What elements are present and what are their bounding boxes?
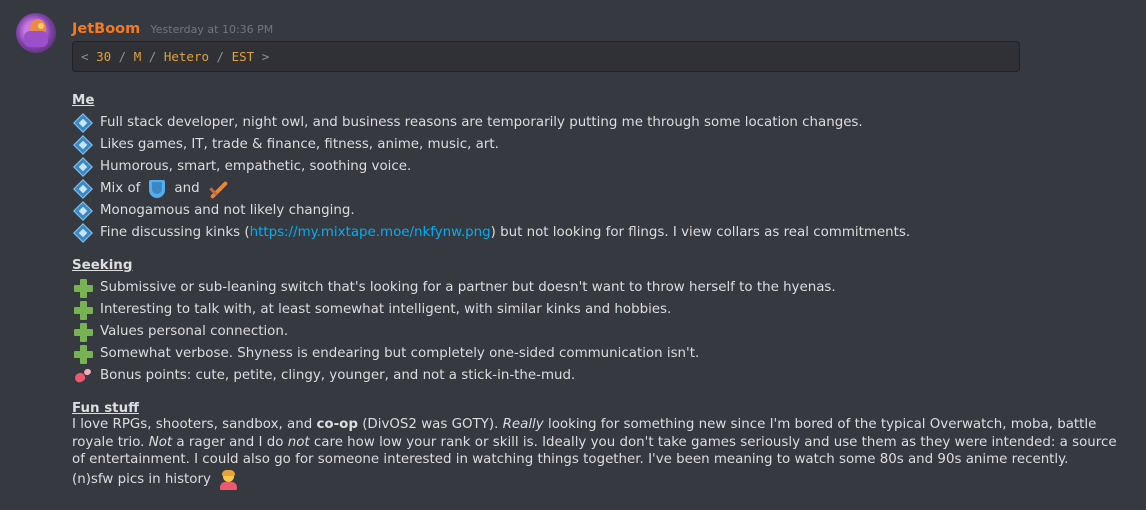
two-hearts-icon <box>72 366 96 386</box>
code-bracket-close: > <box>261 49 270 64</box>
text-span: Not <box>148 434 173 450</box>
large-blue-diamond-icon <box>72 113 96 133</box>
heavy-plus-icon <box>72 344 96 364</box>
list-item-text: Mix of <box>100 181 141 196</box>
dagger-icon <box>206 179 228 200</box>
heavy-plus-icon <box>72 300 96 320</box>
list-item: Mix of and <box>72 178 910 200</box>
text-span: a rager and I do <box>172 434 288 450</box>
shield-icon <box>146 179 168 199</box>
chat-message: JetBoom Yesterday at 10:36 PM < 30 / M /… <box>0 0 1146 510</box>
list-item: Bonus points: cute, petite, clingy, youn… <box>72 365 836 387</box>
me-heading: Me <box>72 93 95 108</box>
text-span: Really <box>502 417 544 432</box>
code-age: 30 <box>96 49 112 64</box>
code-timezone: EST <box>231 49 255 64</box>
code-separator: / <box>216 49 225 64</box>
list-item: Likes games, IT, trade & finance, fitnes… <box>72 134 910 156</box>
message-timestamp: Yesterday at 10:36 PM <box>150 23 274 36</box>
list-item: Submissive or sub-leaning switch that's … <box>72 277 836 299</box>
list-item: Humorous, smart, empathetic, soothing vo… <box>72 156 910 178</box>
list-item: Values personal connection. <box>72 321 836 343</box>
person-shrugging-icon <box>217 469 239 490</box>
list-item-text: Interesting to talk with, at least somew… <box>100 302 672 317</box>
fun-heading: Fun stuff <box>72 401 139 416</box>
kinks-link[interactable]: https://my.mixtape.moe/nkfynw.png <box>250 222 491 244</box>
list-item-text: Full stack developer, night owl, and bus… <box>100 115 863 130</box>
large-blue-diamond-icon <box>72 179 96 199</box>
list-item-text: Somewhat verbose. Shyness is endearing b… <box>100 346 700 361</box>
list-item-text: ) but not looking for flings. I view col… <box>490 225 911 240</box>
username[interactable]: JetBoom <box>72 21 140 37</box>
list-item-text: Fine discussing kinks ( <box>100 225 250 240</box>
large-blue-diamond-icon <box>72 135 96 155</box>
list-item: Somewhat verbose. Shyness is endearing b… <box>72 343 836 365</box>
list-item-text: Monogamous and not likely changing. <box>100 203 355 218</box>
message-header: JetBoom Yesterday at 10:36 PM <box>72 18 273 40</box>
large-blue-diamond-icon <box>72 157 96 177</box>
code-gender: M <box>133 49 142 64</box>
text-span: co-op <box>316 417 358 432</box>
pics-line: (n)sfw pics in history <box>72 469 1132 491</box>
list-item: Monogamous and not likely changing. <box>72 200 910 222</box>
list-item-text: Bonus points: cute, petite, clingy, youn… <box>100 368 576 383</box>
large-blue-diamond-icon <box>72 223 96 243</box>
code-separator: / <box>148 49 157 64</box>
heavy-plus-icon <box>72 278 96 298</box>
seeking-heading: Seeking <box>72 258 133 273</box>
list-item-text: and <box>174 181 200 196</box>
text-span: I love RPGs, shooters, sandbox, and <box>72 417 317 432</box>
fun-section: Fun stuff I love RPGs, shooters, sandbox… <box>72 398 1132 491</box>
seeking-section: Seeking Submissive or sub-leaning switch… <box>72 255 836 387</box>
code-block: < 30 / M / Hetero / EST > <box>72 41 1020 72</box>
pics-text: (n)sfw pics in history <box>72 471 211 487</box>
code-orientation: Hetero <box>163 49 209 64</box>
me-section: Me Full stack developer, night owl, and … <box>72 90 910 244</box>
list-item: Interesting to talk with, at least somew… <box>72 299 836 321</box>
code-bracket-open: < <box>81 49 89 64</box>
code-separator: / <box>118 49 127 64</box>
text-span: not <box>287 434 310 450</box>
list-item: Fine discussing kinks (https://my.mixtap… <box>72 222 910 244</box>
list-item-text: Likes games, IT, trade & finance, fitnes… <box>100 137 499 152</box>
heavy-plus-icon <box>72 322 96 342</box>
large-blue-diamond-icon <box>72 201 96 221</box>
list-item-text: Values personal connection. <box>100 324 289 339</box>
user-avatar[interactable] <box>16 13 56 53</box>
text-span: (DivOS2 was GOTY). <box>357 417 503 432</box>
fun-paragraph: I love RPGs, shooters, sandbox, and co-o… <box>72 416 1132 469</box>
list-item-text: Submissive or sub-leaning switch that's … <box>100 280 836 295</box>
list-item: Full stack developer, night owl, and bus… <box>72 112 910 134</box>
list-item-text: Humorous, smart, empathetic, soothing vo… <box>100 159 412 174</box>
